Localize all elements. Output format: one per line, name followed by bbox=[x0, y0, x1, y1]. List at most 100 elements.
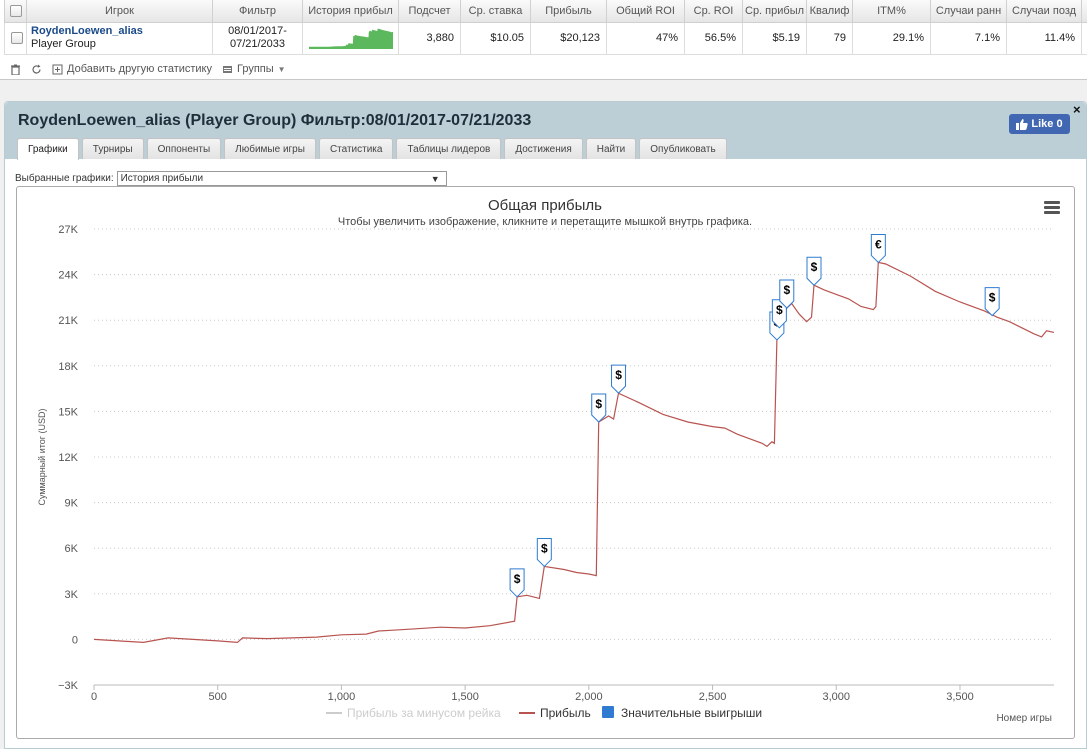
refresh-icon bbox=[32, 64, 41, 73]
profit-cell: $20,123 bbox=[530, 21, 607, 55]
avg-profit-cell: $5.19 bbox=[742, 21, 807, 55]
x-tick-label: 500 bbox=[209, 691, 227, 703]
tab-charts[interactable]: Графики bbox=[17, 138, 79, 160]
table-toolbar: Добавить другую статистику Группы ▼ bbox=[4, 58, 1087, 80]
tab-publish[interactable]: Опубликовать bbox=[639, 138, 727, 159]
big-win-flag-label: $ bbox=[811, 260, 818, 274]
y-tick-label: 3K bbox=[65, 589, 79, 601]
y-tick-label: 9K bbox=[65, 498, 79, 510]
tab-achievements[interactable]: Достижения bbox=[504, 138, 583, 159]
col-header-itm[interactable]: ITM% bbox=[852, 0, 931, 23]
tab-opponents[interactable]: Оппоненты bbox=[146, 138, 222, 159]
big-win-flag-label: $ bbox=[595, 397, 602, 411]
col-header-late[interactable]: Случаи позд bbox=[1006, 0, 1082, 23]
select-all-header[interactable] bbox=[4, 0, 27, 23]
big-win-flag-label: $ bbox=[776, 303, 783, 317]
chart-select[interactable]: История прибыли ▼ bbox=[116, 171, 447, 186]
big-win-marker[interactable]: € bbox=[870, 233, 886, 264]
legend-item-profit[interactable]: Прибыль bbox=[519, 706, 591, 720]
table-row[interactable]: RoydenLoewen_alias Player Group 08/01/20… bbox=[4, 21, 1087, 55]
big-win-flag-label: $ bbox=[783, 283, 790, 297]
y-tick-label: 27K bbox=[58, 224, 78, 236]
details-title: RoydenLoewen_alias (Player Group) Фильтр… bbox=[18, 112, 532, 129]
late-cell: 11.4% bbox=[1006, 21, 1082, 55]
details-tabs: Графики Турниры Оппоненты Любимые игры С… bbox=[17, 138, 727, 160]
profit-series-line bbox=[93, 261, 1055, 644]
col-header-avg-stake[interactable]: Ср. ставка bbox=[460, 0, 531, 23]
filter-date-end: 07/21/2033 bbox=[229, 38, 286, 50]
big-win-marker[interactable]: $ bbox=[611, 364, 627, 394]
filter-date-start: 08/01/2017- bbox=[228, 25, 287, 37]
chevron-down-icon: ▼ bbox=[277, 64, 286, 74]
close-button[interactable]: × bbox=[1073, 102, 1081, 117]
legend-label: Значительные выигрыши bbox=[621, 706, 762, 720]
groups-icon bbox=[223, 65, 232, 73]
big-win-flag-label: $ bbox=[615, 368, 622, 382]
big-win-marker[interactable]: $ bbox=[509, 568, 525, 598]
big-win-marker[interactable]: $ bbox=[779, 279, 795, 309]
col-header-early[interactable]: Случаи ранн bbox=[930, 0, 1007, 23]
y-tick-label: −3K bbox=[58, 680, 79, 692]
row-checkbox[interactable] bbox=[11, 32, 23, 45]
row-checkbox-cell[interactable] bbox=[4, 21, 27, 55]
col-header-qualif[interactable]: Квалиф bbox=[806, 0, 853, 23]
y-tick-label: 0 bbox=[72, 634, 78, 646]
refresh-button[interactable] bbox=[31, 64, 42, 75]
details-panel: RoydenLoewen_alias (Player Group) Фильтр… bbox=[4, 101, 1087, 749]
big-win-marker[interactable]: $ bbox=[591, 393, 607, 423]
facebook-like-button[interactable]: Like 0 bbox=[1009, 114, 1070, 134]
legend-label: Прибыль bbox=[540, 706, 591, 720]
big-win-marker[interactable]: $ bbox=[536, 537, 552, 568]
col-header-extra[interactable]: Фо bbox=[1081, 0, 1087, 23]
qualif-cell: 79 bbox=[806, 21, 853, 55]
chart-subtitle: Чтобы увеличить изображение, кликните и … bbox=[338, 216, 752, 228]
player-name-link[interactable]: RoydenLoewen_alias bbox=[31, 25, 206, 38]
legend-item-net-profit[interactable]: Прибыль за минусом рейка bbox=[326, 706, 501, 720]
y-tick-label: 24K bbox=[58, 270, 78, 282]
x-tick-label: 1,500 bbox=[451, 691, 479, 703]
col-header-profit-history[interactable]: История прибыл bbox=[302, 0, 399, 23]
y-tick-label: 15K bbox=[58, 406, 78, 418]
tab-leaderboards[interactable]: Таблицы лидеров bbox=[396, 138, 502, 159]
add-stat-button[interactable]: Добавить другую статистику bbox=[52, 63, 212, 75]
add-stat-label: Добавить другую статистику bbox=[67, 63, 212, 75]
x-axis-label: Номер игры bbox=[996, 713, 1052, 724]
legend-label: Прибыль за минусом рейка bbox=[347, 706, 501, 720]
y-tick-label: 12K bbox=[58, 452, 78, 464]
table-header-row: Игрок Фильтр История прибыл Подсчет Ср. … bbox=[4, 0, 1087, 23]
y-tick-label: 21K bbox=[58, 315, 78, 327]
chart-select-label: Выбранные графики: bbox=[15, 173, 114, 184]
profit-chart[interactable]: Общая прибыль Чтобы увеличить изображение… bbox=[17, 187, 1074, 738]
legend-item-big-wins[interactable]: Значительные выигрыши bbox=[602, 706, 762, 720]
y-tick-label: 6K bbox=[65, 543, 79, 555]
col-header-profit[interactable]: Прибыль bbox=[530, 0, 607, 23]
results-table: Игрок Фильтр История прибыл Подсчет Ср. … bbox=[4, 0, 1087, 55]
big-win-flag-label: $ bbox=[514, 572, 521, 586]
avg-roi-cell: 56.5% bbox=[684, 21, 743, 55]
groups-dropdown[interactable]: Группы ▼ bbox=[222, 63, 286, 75]
tab-tournaments[interactable]: Турниры bbox=[81, 138, 144, 159]
col-header-count[interactable]: Подсчет bbox=[398, 0, 461, 23]
tab-statistics[interactable]: Статистика bbox=[318, 138, 394, 159]
select-all-checkbox[interactable] bbox=[9, 4, 22, 17]
big-win-marker[interactable]: $ bbox=[806, 256, 822, 286]
chart-container[interactable]: Общая прибыль Чтобы увеличить изображение… bbox=[16, 186, 1075, 739]
delete-button[interactable] bbox=[10, 64, 21, 75]
chart-legend: Прибыль за минусом рейка Прибыль Значитель… bbox=[326, 706, 762, 720]
col-header-total-roi[interactable]: Общий ROI bbox=[606, 0, 685, 23]
profit-history-cell bbox=[302, 21, 399, 55]
col-header-avg-roi[interactable]: Ср. ROI bbox=[684, 0, 743, 23]
x-tick-label: 0 bbox=[91, 691, 97, 703]
add-column-icon bbox=[52, 64, 63, 74]
col-header-player[interactable]: Игрок bbox=[26, 0, 213, 23]
tab-favorite-games[interactable]: Любимые игры bbox=[224, 138, 316, 159]
total-roi-cell: 47% bbox=[606, 21, 685, 55]
col-header-avg-profit[interactable]: Ср. прибыл bbox=[742, 0, 807, 23]
tab-find[interactable]: Найти bbox=[585, 138, 637, 159]
big-win-marker[interactable]: $ bbox=[984, 287, 1000, 317]
sparkline-area bbox=[309, 28, 393, 49]
legend-swatch bbox=[602, 706, 614, 718]
trash-icon bbox=[11, 64, 20, 75]
chart-menu-button[interactable] bbox=[1044, 201, 1060, 214]
col-header-filter[interactable]: Фильтр bbox=[212, 0, 303, 23]
